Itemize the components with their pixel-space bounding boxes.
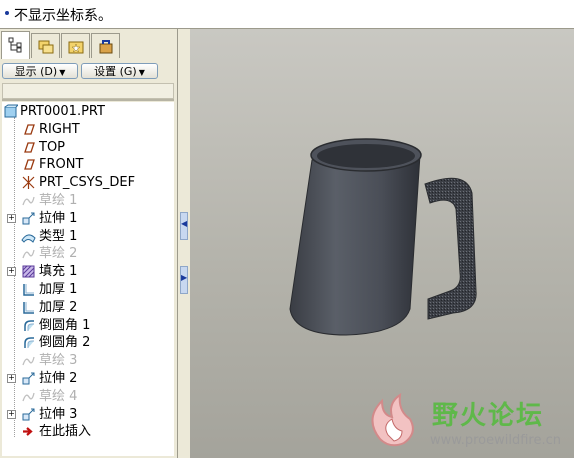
message-bar: 不显示坐标系。 xyxy=(0,0,574,29)
tree-item-label: TOP xyxy=(39,139,66,155)
expand-toggle-icon[interactable]: + xyxy=(7,267,16,277)
thicken-icon xyxy=(21,300,36,315)
panel-splitter[interactable]: ◀ ▶ xyxy=(178,29,190,458)
message-text: 不显示坐标系。 xyxy=(14,8,112,24)
sketch-icon xyxy=(21,246,36,261)
expand-toggle-icon[interactable]: + xyxy=(7,374,16,383)
tree-item-label: FRONT xyxy=(39,157,84,173)
insert-here-arrow-icon xyxy=(21,424,36,439)
tree-item[interactable]: RIGHT xyxy=(7,121,173,138)
tree-item[interactable]: 在此插入 xyxy=(7,423,173,440)
expand-toggle-icon[interactable]: + xyxy=(7,409,16,419)
tree-item[interactable]: + 拉伸 2 xyxy=(7,370,173,387)
tree-item-label: 拉伸 3 xyxy=(39,406,78,422)
tree-item[interactable]: 加厚 1 xyxy=(7,281,173,298)
favorites-icon xyxy=(68,41,84,54)
display-menu-button[interactable]: 显示 (D) ▼ xyxy=(2,63,78,79)
tree-item[interactable]: 草绘 2 xyxy=(7,245,173,262)
tree-item-label: 草绘 2 xyxy=(39,246,78,262)
graphics-window[interactable]: 野火论坛 www.proewildfire.cn xyxy=(190,29,574,458)
settings-menu-label: 设置 (G) xyxy=(94,65,137,78)
tab-folder-browser[interactable] xyxy=(31,33,60,58)
tree-column-header xyxy=(2,83,174,99)
tree-item[interactable]: + 拉伸 3 xyxy=(7,406,173,423)
tab-model-tree[interactable] xyxy=(1,31,30,59)
model-tree-icon xyxy=(8,37,22,53)
tree-item[interactable]: 加厚 2 xyxy=(7,299,173,316)
folder-browser-icon xyxy=(38,40,54,54)
extrude-icon xyxy=(21,371,36,386)
tab-favorites[interactable] xyxy=(61,33,90,58)
tree-item-label: 类型 1 xyxy=(39,228,78,244)
tree-item-label: 在此插入 xyxy=(39,424,92,440)
chevron-down-icon: ▼ xyxy=(59,68,66,77)
collapse-left-handle[interactable]: ◀ xyxy=(180,212,188,240)
model-tree[interactable]: PRT0001.PRT RIGHT TOP FRONT PRT_CSYS_DEF 草绘 1… xyxy=(2,102,174,456)
datum-plane-icon xyxy=(21,157,36,172)
datum-plane-icon xyxy=(21,122,36,137)
tree-item-label: 拉伸 1 xyxy=(39,210,78,226)
navigator-panel: 显示 (D) ▼ 设置 (G) ▼ PRT0001.PRT RIGHT TOP FRONT… xyxy=(0,29,178,458)
tree-item-label: 草绘 3 xyxy=(39,353,78,369)
mug-body xyxy=(289,154,421,336)
tree-item-label: 拉伸 2 xyxy=(39,371,78,386)
chevron-right-icon: ▶ xyxy=(181,273,188,282)
sketch-icon xyxy=(21,193,36,208)
part-icon xyxy=(3,104,20,119)
expand-right-handle[interactable]: ▶ xyxy=(180,266,188,294)
mug-opening xyxy=(317,144,415,168)
round-icon xyxy=(21,318,36,333)
tree-item[interactable]: PRT_CSYS_DEF xyxy=(7,174,173,191)
extrude-icon xyxy=(21,407,36,422)
message-bullet-icon xyxy=(5,11,9,15)
tab-connections[interactable] xyxy=(91,33,120,58)
tree-item[interactable]: 倒圆角 1 xyxy=(7,317,173,334)
round-icon xyxy=(21,335,36,350)
expand-toggle-icon[interactable]: + xyxy=(7,213,16,223)
display-menu-label: 显示 (D) xyxy=(14,65,58,78)
mug-handle xyxy=(424,177,477,320)
connections-icon xyxy=(99,40,113,54)
tree-item-label: 倒圆角 2 xyxy=(39,335,91,351)
coordinate-system-icon xyxy=(21,175,36,190)
tree-item[interactable]: FRONT xyxy=(7,156,173,173)
tree-item[interactable]: + 填充 1 xyxy=(7,263,173,280)
tree-item-label: 草绘 1 xyxy=(39,193,78,208)
forum-watermark: 野火论坛 www.proewildfire.cn xyxy=(360,389,570,453)
tree-header-divider xyxy=(2,99,174,101)
tree-item-label: PRT_CSYS_DEF xyxy=(39,175,136,191)
settings-menu-button[interactable]: 设置 (G) ▼ xyxy=(81,63,158,79)
style-surface-icon xyxy=(21,229,36,244)
tree-item[interactable]: 草绘 1 xyxy=(7,192,173,209)
tree-item[interactable]: 草绘 4 xyxy=(7,388,173,405)
flame-logo-icon xyxy=(371,392,414,447)
fill-icon xyxy=(21,264,36,279)
sketch-icon xyxy=(21,389,36,404)
tree-item[interactable]: + 拉伸 1 xyxy=(7,210,173,227)
tree-item[interactable]: 倒圆角 2 xyxy=(7,334,173,351)
extrude-icon xyxy=(21,211,36,226)
tree-item[interactable]: 类型 1 xyxy=(7,228,173,245)
tree-item[interactable]: 草绘 3 xyxy=(7,352,173,369)
tree-item-label: RIGHT xyxy=(39,121,80,137)
tree-item-label: 加厚 1 xyxy=(39,282,78,297)
tree-item-label: 倒圆角 1 xyxy=(39,317,91,333)
thicken-icon xyxy=(21,282,36,297)
tree-item-label: PRT0001.PRT xyxy=(20,104,105,119)
tree-item-label: 草绘 4 xyxy=(39,388,78,404)
datum-plane-icon xyxy=(21,140,36,155)
tree-item-label: 加厚 2 xyxy=(39,299,78,315)
tree-item[interactable]: PRT0001.PRT xyxy=(3,103,173,120)
chevron-down-icon: ▼ xyxy=(138,68,145,77)
watermark-title: 野火论坛 xyxy=(432,401,545,431)
watermark-url: www.proewildfire.cn xyxy=(430,433,561,448)
tree-item-label: 填充 1 xyxy=(39,264,78,280)
tree-item[interactable]: TOP xyxy=(7,139,173,156)
chevron-left-icon: ◀ xyxy=(181,219,188,228)
sketch-icon xyxy=(21,353,36,368)
